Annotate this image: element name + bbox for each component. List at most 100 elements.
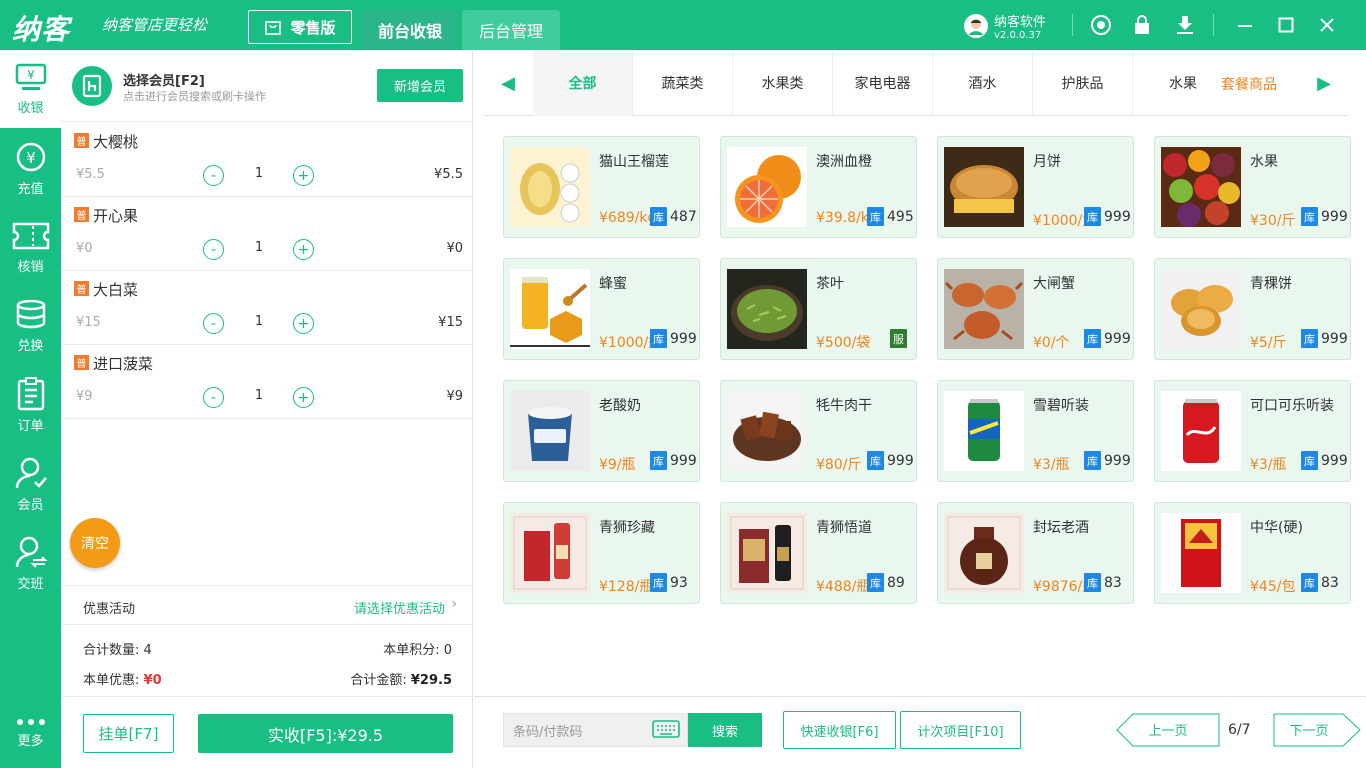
category-tab[interactable]: 蔬菜类 [633,50,733,116]
add-member-button[interactable]: 新增会员 [377,69,463,102]
user-name: 纳客软件 [994,15,1047,30]
prev-page-button[interactable]: 上一页 [1116,713,1220,747]
qty-increase-button[interactable]: + [293,313,314,334]
qty-decrease-button[interactable]: - [203,239,224,260]
category-tab[interactable]: 水果类 [733,50,833,116]
product-card[interactable]: 蜂蜜 ¥1000/瓶库 999 [503,258,700,360]
tab-front-cashier[interactable]: 前台收银 [361,10,459,50]
product-card[interactable]: 雪碧听装 ¥3/瓶库 999 [937,380,1134,482]
cart-item[interactable]: 普大樱桃 ¥5.5 - 1 + ¥5.5 [61,123,473,197]
product-image [944,513,1024,593]
category-tab[interactable]: 护肤品 [1033,50,1133,116]
product-card[interactable]: 老酸奶 ¥9/瓶库 999 [503,380,700,482]
lock-icon[interactable] [1130,13,1154,37]
promotion-select[interactable]: 请选择优惠活动 [354,598,445,617]
app-logo: 纳客 [12,13,71,46]
cart-item[interactable]: 普大白菜 ¥15 - 1 + ¥15 [61,271,473,345]
edition-button[interactable]: 零售版 [248,10,352,44]
member-title: 选择会员[F2] [123,74,205,89]
minimize-icon[interactable] [1233,13,1257,37]
sidebar-item-orders[interactable]: 订单 [0,366,61,444]
product-card[interactable]: 水果 ¥30/斤库 999 [1154,136,1351,238]
cart-item[interactable]: 普开心果 ¥0 - 1 + ¥0 [61,197,473,271]
product-card[interactable]: 可口可乐听装 ¥3/瓶库 999 [1154,380,1351,482]
product-card[interactable]: 中华(硬) ¥45/包库 83 [1154,502,1351,604]
product-card[interactable]: 封坛老酒 ¥9876/瓶库 83 [937,502,1134,604]
category-prev-icon[interactable]: ◀ [484,50,532,116]
promotion-label: 优惠活动 [83,602,136,617]
tab-backend[interactable]: 后台管理 [462,10,560,50]
user-info[interactable]: 纳客软件 v2.0.0.37 [964,11,1046,41]
maximize-icon[interactable] [1274,13,1298,37]
next-page-button[interactable]: 下一页 [1273,713,1361,747]
product-stock: 83 [1104,575,1122,591]
cart-item-qty[interactable]: 1 [247,166,271,181]
close-icon[interactable] [1315,13,1339,37]
product-card[interactable]: 牦牛肉干 ¥80/斤库 999 [720,380,917,482]
cart-item-total: ¥15 [438,315,463,330]
category-tab[interactable]: 酒水 [933,50,1033,116]
cart-item-name: 大白菜 [93,281,139,299]
product-name: 牦牛肉干 [816,398,872,414]
product-image [1161,391,1241,471]
sidebar-item-recharge[interactable]: ¥ 充值 [0,130,61,208]
sidebar-item-more[interactable]: 更多 [0,698,61,768]
recharge-icon: ¥ [16,142,45,171]
cart-item-qty[interactable]: 1 [247,240,271,255]
sidebar-item-verify[interactable]: 核销 [0,208,61,286]
cart-item-name: 进口菠菜 [93,355,154,373]
member-price-badge: 普 [74,207,89,222]
promotion-row[interactable]: 优惠活动 请选择优惠活动 › [61,585,473,625]
qty-decrease-button[interactable]: - [203,313,224,334]
sidebar-item-members[interactable]: 会员 [0,445,61,523]
stock-badge: 库 [1084,451,1101,470]
product-card[interactable]: 大闸蟹 ¥0/个库 999 [937,258,1134,360]
cart-item-qty[interactable]: 1 [247,314,271,329]
product-card[interactable]: 青狮珍藏 ¥128/瓶库 93 [503,502,700,604]
shift-icon [15,536,47,568]
member-price-badge: 普 [74,355,89,370]
category-tab-combo[interactable]: 套餐商品 [1221,74,1277,94]
product-stock: 999 [1321,209,1348,225]
sidebar-item-exchange[interactable]: 兑换 [0,287,61,365]
product-image [1161,269,1241,349]
cart-item-qty[interactable]: 1 [247,388,271,403]
product-card[interactable]: 澳洲血橙 ¥39.8/kg 库 495 [720,136,917,238]
cart-item[interactable]: 普进口菠菜 ¥9 - 1 + ¥9 [61,345,473,419]
cart-panel: 选择会员[F2] 点击进行会员搜索或刷卡操作 新增会员 普大樱桃 ¥5.5-1 + ¥… [61,50,473,768]
order-icon [17,376,44,410]
category-next-icon[interactable]: ▶ [1300,50,1348,116]
app-version: v2.0.0.37 [994,30,1042,41]
product-card[interactable]: 猫山王榴莲 ¥689/kg 库 487 [503,136,700,238]
hold-order-button[interactable]: 挂单[F7] [83,714,174,753]
keyboard-icon[interactable] [652,720,680,738]
product-card[interactable]: 青稞饼 ¥5/斤库 999 [1154,258,1351,360]
category-tab[interactable]: 家电电器 [833,50,933,116]
qty-decrease-button[interactable]: - [203,387,224,408]
sidebar-item-cashier[interactable]: ¥ 收银 [0,50,61,128]
product-name: 青狮珍藏 [599,520,655,536]
product-card[interactable]: 月饼 ¥1000/盒库 999 [937,136,1134,238]
stock-badge: 库 [1084,329,1101,348]
download-icon[interactable] [1173,13,1197,37]
category-tab[interactable]: 水果 [1133,50,1233,116]
stock-badge: 库 [1084,573,1101,592]
product-image [1161,147,1241,227]
qty-increase-button[interactable]: + [293,239,314,260]
product-card[interactable]: 茶叶 ¥500/袋 服 [720,258,917,360]
quick-pay-button[interactable]: 快速收银[F6] [783,711,896,749]
search-button[interactable]: 搜索 [688,713,762,747]
qty-decrease-button[interactable]: - [203,165,224,186]
product-card[interactable]: 青狮悟道 ¥488/瓶库 89 [720,502,917,604]
clear-cart-button[interactable]: 清空 [70,518,120,568]
count-items-button[interactable]: 计次项目[F10] [900,711,1021,749]
member-price-badge: 普 [74,281,89,296]
sidebar-item-shift[interactable]: 交班 [0,524,61,602]
divider [1072,14,1073,36]
category-tab[interactable]: 全部 [533,50,633,116]
qty-increase-button[interactable]: + [293,165,314,186]
pay-button[interactable]: 实收[F5]:¥29.5 [198,714,453,753]
support-icon[interactable] [1089,13,1113,37]
qty-increase-button[interactable]: + [293,387,314,408]
member-select[interactable]: 选择会员[F2] 点击进行会员搜索或刷卡操作 新增会员 [61,50,473,122]
